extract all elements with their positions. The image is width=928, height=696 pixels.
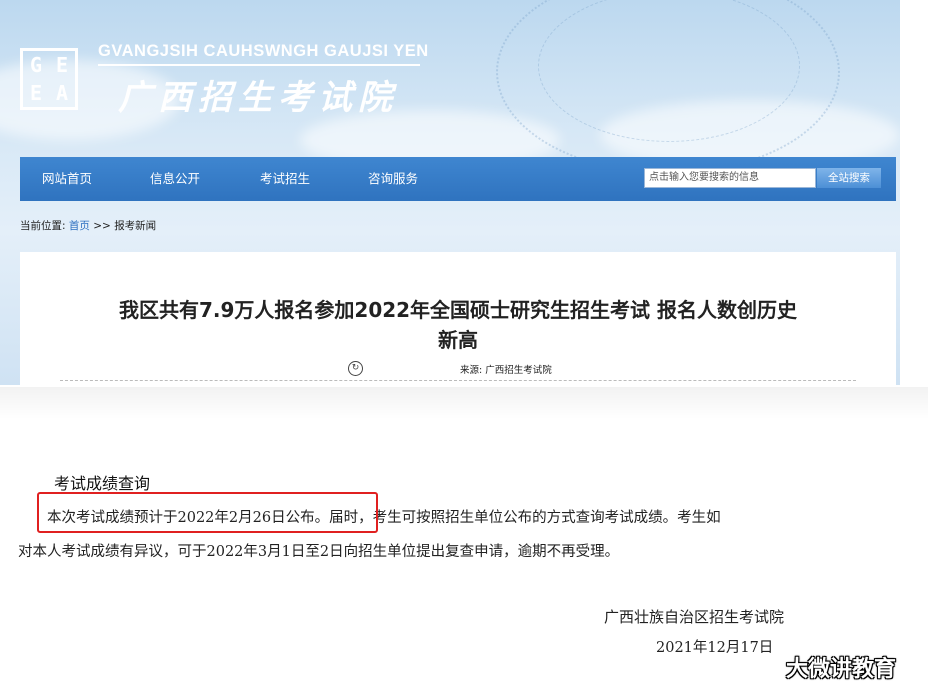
logo-letter: A <box>55 81 69 105</box>
nav-item-info-disclosure[interactable]: 信息公开 <box>150 157 200 201</box>
signature-date: 2021年12月17日 <box>656 640 774 656</box>
section-gap <box>0 387 928 419</box>
logo-letter: G <box>29 53 43 77</box>
main-nav: 网站首页 信息公开 考试招生 咨询服务 点击输入您要搜索的信息 全站搜索 <box>20 157 896 201</box>
search-button[interactable]: 全站搜索 <box>817 168 881 188</box>
nav-item-consulting[interactable]: 咨询服务 <box>368 157 418 201</box>
logo-letter: E <box>29 81 43 105</box>
signature-org: 广西壮族自治区招生考试院 <box>604 608 785 626</box>
watermark: 大微讲教育 <box>786 657 897 682</box>
source-icon: ↻ <box>348 361 363 376</box>
breadcrumb-separator: >> <box>93 220 111 232</box>
article-divider <box>60 380 856 381</box>
site-name-cn: 广西招生考试院 <box>118 78 398 118</box>
breadcrumb: 当前位置: 首页 >> 报考新闻 <box>20 218 156 233</box>
red-highlight-box <box>37 492 378 533</box>
notice-heading: 考试成绩查询 <box>54 474 151 493</box>
logo-letter: E <box>55 53 69 77</box>
article-title: 我区共有7.9万人报名参加2022年全国硕士研究生招生考试 报名人数创历史 新高 <box>20 295 896 355</box>
article-source: 来源: 广西招生考试院 <box>460 362 552 376</box>
nav-item-exam-admission[interactable]: 考试招生 <box>260 157 310 201</box>
nav-item-home[interactable]: 网站首页 <box>42 157 92 201</box>
article-title-line2: 新高 <box>438 328 478 352</box>
article-title-line1: 我区共有7.9万人报名参加2022年全国硕士研究生招生考试 报名人数创历史 <box>118 298 798 322</box>
source-label: 来源: <box>460 365 483 376</box>
site-logo[interactable]: G E E A <box>20 48 78 110</box>
source-value: 广西招生考试院 <box>485 365 552 376</box>
breadcrumb-current: 报考新闻 <box>114 220 157 232</box>
article-card: 我区共有7.9万人报名参加2022年全国硕士研究生招生考试 报名人数创历史 新高… <box>20 252 896 385</box>
header-divider <box>98 64 420 66</box>
breadcrumb-home-link[interactable]: 首页 <box>69 220 90 232</box>
website-screenshot: G E E A GVANGJSIH CAUHSWNGH GAUJSI YEN 广… <box>0 0 900 385</box>
site-name-en: GVANGJSIH CAUHSWNGH GAUJSI YEN <box>98 42 429 60</box>
notice-paragraph-2: 对本人考试成绩有异议，可于2022年3月1日至2日向招生单位提出复查申请，逾期不… <box>18 544 620 560</box>
search-input[interactable]: 点击输入您要搜索的信息 <box>644 168 816 188</box>
breadcrumb-prefix: 当前位置: <box>20 220 66 232</box>
